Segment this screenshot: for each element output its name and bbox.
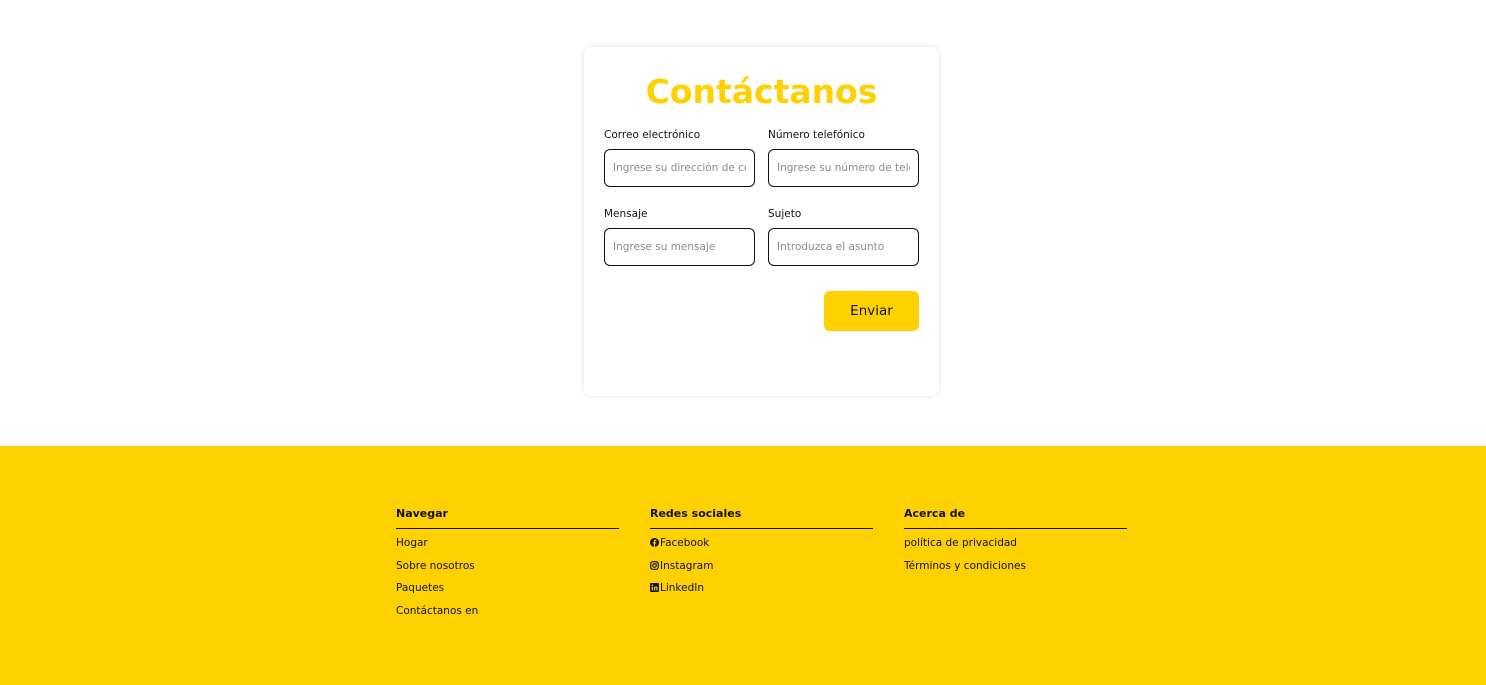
footer-heading-navigate: Navegar [396,506,619,529]
email-label: Correo electrónico [604,129,701,141]
footer-link-packages[interactable]: Paquetes [396,582,444,594]
footer-column-social: Redes sociales Facebook Instagram Linked… [650,506,873,603]
footer-heading-about: Acerca de [904,506,1127,529]
footer-social-list: Facebook Instagram LinkedIn [650,535,873,603]
facebook-label: Facebook [660,537,710,549]
footer-link-home[interactable]: Hogar [396,537,428,549]
linkedin-label: LinkedIn [660,582,705,594]
list-item: Sobre nosotros [396,558,619,581]
email-field[interactable] [604,149,755,187]
message-label: Mensaje [604,208,648,220]
footer-about-list: política de privacidad Términos y condic… [904,535,1127,580]
instagram-icon [650,560,659,570]
list-item: Contáctanos en [396,603,619,626]
message-field[interactable] [604,228,755,266]
linkedin-icon [650,583,659,592]
facebook-icon [650,538,659,547]
subject-field-group: Sujeto [768,207,919,266]
list-item: Términos y condiciones [904,558,1127,581]
phone-field-group: Número telefónico [768,128,919,187]
list-item: Facebook [650,535,873,558]
footer-link-instagram[interactable]: Instagram [650,560,713,572]
instagram-label: Instagram [660,559,714,572]
email-field-group: Correo electrónico [604,128,755,187]
message-field-group: Mensaje [604,207,755,266]
list-item: Instagram [650,558,873,581]
footer-link-facebook[interactable]: Facebook [650,537,709,549]
subject-field[interactable] [768,228,919,266]
footer-column-navigate: Navegar Hogar Sobre nosotros Paquetes Co… [396,506,619,625]
footer-link-privacy-policy[interactable]: política de privacidad [904,537,1017,549]
site-footer: Navegar Hogar Sobre nosotros Paquetes Co… [0,446,1486,685]
phone-label: Número telefónico [768,129,865,141]
subject-label: Sujeto [768,208,802,220]
footer-link-linkedin[interactable]: LinkedIn [650,582,704,594]
footer-nav-list: Hogar Sobre nosotros Paquetes Contáctano… [396,535,619,625]
list-item: LinkedIn [650,580,873,603]
contact-card: Contáctanos Correo electrónico Número te… [584,47,939,396]
page-title: Contáctanos [645,72,878,111]
footer-link-about-us[interactable]: Sobre nosotros [396,560,475,572]
footer-column-about: Acerca de política de privacidad Término… [904,506,1127,580]
footer-link-contact[interactable]: Contáctanos en [396,605,478,617]
footer-heading-social: Redes sociales [650,506,873,529]
list-item: Hogar [396,535,619,558]
submit-button[interactable]: Enviar [824,291,919,331]
phone-field[interactable] [768,149,919,187]
footer-link-terms[interactable]: Términos y condiciones [904,560,1026,572]
list-item: política de privacidad [904,535,1127,558]
list-item: Paquetes [396,580,619,603]
